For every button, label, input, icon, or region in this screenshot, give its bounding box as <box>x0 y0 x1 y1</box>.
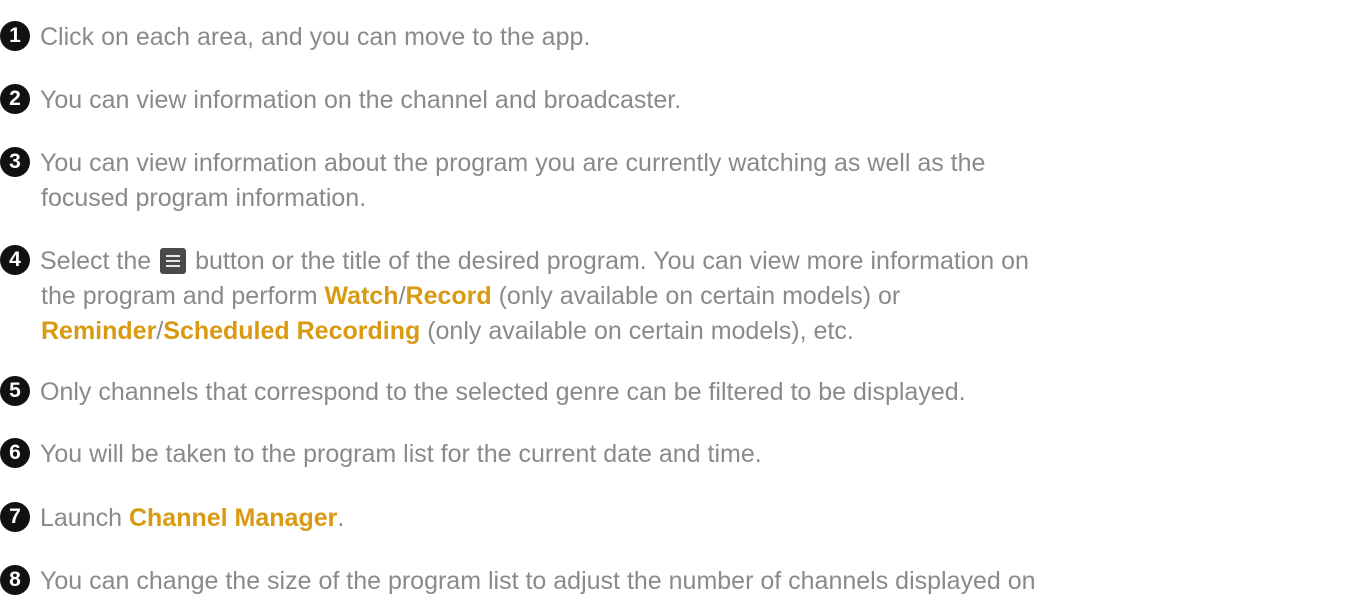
item-text-start: Select the <box>40 247 152 275</box>
item-text-continued: the program and perform Watch/Record (on… <box>41 278 900 314</box>
item-text-continued: focused program information. <box>41 184 367 212</box>
item-text: You will be taken to the program list fo… <box>40 440 762 468</box>
item-text: Only channels that correspond to the sel… <box>40 378 966 406</box>
number-badge-7: 7 <box>0 502 30 532</box>
reminder-term: Reminder <box>41 317 157 345</box>
item-text-start: Launch <box>40 504 129 532</box>
item-text-end: (only available on certain models) or <box>491 282 901 310</box>
item-text: You can view information on the channel … <box>40 86 682 114</box>
number-badge-4: 4 <box>0 245 30 275</box>
number-badge-6: 6 <box>0 438 30 468</box>
watch-term: Watch <box>324 282 399 310</box>
item-text-end: button or the title of the desired progr… <box>195 247 1029 275</box>
number-badge-1: 1 <box>0 21 30 51</box>
number-badge-2: 2 <box>0 84 30 114</box>
scheduled-recording-term: Scheduled Recording <box>163 317 421 345</box>
item-text: Click on each area, and you can move to … <box>40 23 591 51</box>
item-text-end: . <box>337 504 345 532</box>
number-badge-5: 5 <box>0 376 30 406</box>
item-text-continued: Reminder/Scheduled Recording (only avail… <box>41 313 854 349</box>
item-text: Launch Channel Manager. <box>40 500 344 536</box>
channel-manager-term: Channel Manager <box>128 504 338 532</box>
slash-separator: / <box>398 282 406 310</box>
item-text-end: (only available on certain models), etc. <box>420 317 854 345</box>
number-badge-3: 3 <box>0 147 30 177</box>
item-text: Select the button or the title of the de… <box>40 243 1029 279</box>
record-term: Record <box>405 282 492 310</box>
item-text-start: the program and perform <box>41 282 325 310</box>
number-badge-8: 8 <box>0 565 30 595</box>
menu-icon <box>160 248 187 274</box>
item-text: You can change the size of the program l… <box>40 567 1036 595</box>
item-text: You can view information about the progr… <box>40 149 986 177</box>
